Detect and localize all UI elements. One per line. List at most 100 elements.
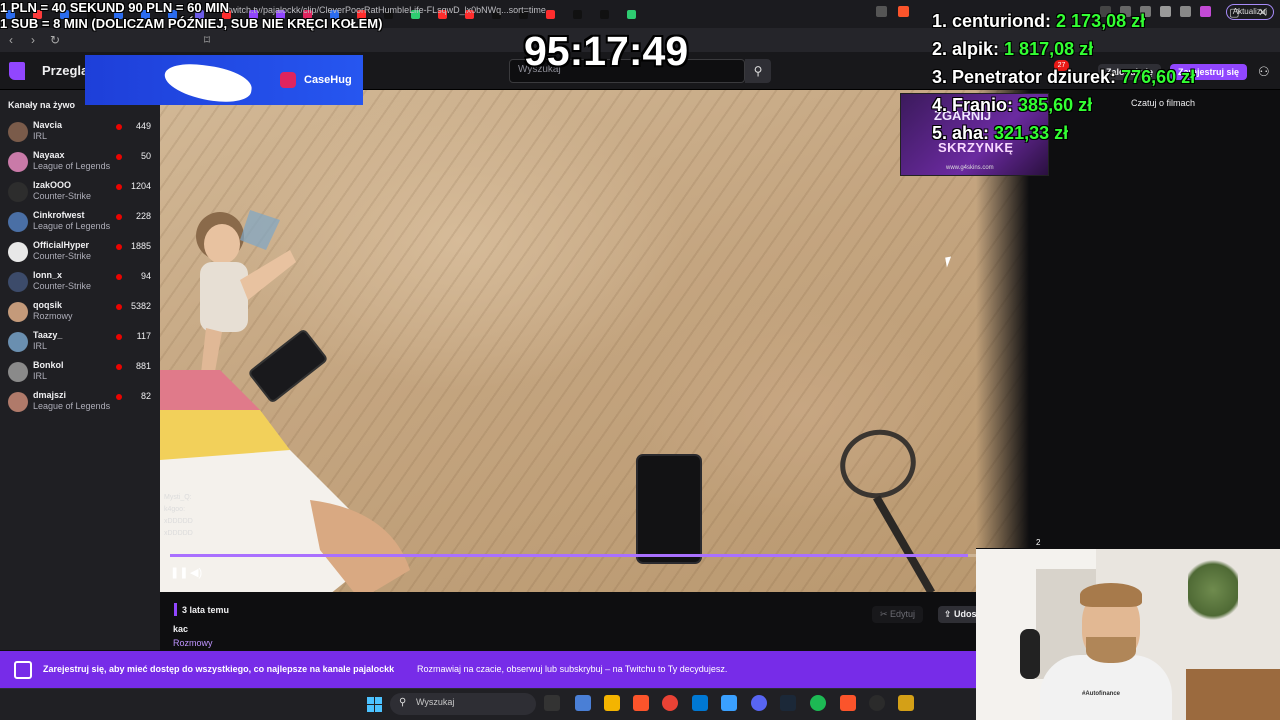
brave-icon[interactable] [633, 695, 649, 711]
reload-icon[interactable]: ↻ [44, 33, 66, 47]
spotify-icon[interactable] [810, 695, 826, 711]
chat-overlay-line: Mysti_Q: [164, 494, 192, 501]
bookmark-icon[interactable]: ⌑ [196, 33, 218, 47]
viewer-count: 117 [136, 331, 151, 341]
app-icon[interactable] [898, 695, 914, 711]
brave-shield-icon[interactable] [898, 6, 909, 17]
streamer-hair [1080, 583, 1142, 607]
tab-favicon-icon [600, 9, 609, 19]
leaderboard-name: 2. alpik: [932, 39, 1000, 59]
twitch-logo-icon[interactable] [9, 62, 25, 80]
channel-category: League of Legends [33, 161, 111, 171]
chat-panel [1052, 90, 1280, 550]
channel-name: Navcia [33, 120, 63, 130]
file-explorer-icon[interactable] [604, 695, 620, 711]
browser-tab[interactable] [546, 4, 573, 24]
sidebar-channel[interactable]: Navcia IRL 449 [0, 118, 160, 148]
streamer-beard [1086, 637, 1136, 663]
screen: – ▢ ✕ ‹ › ↻ ⌑ twitch.tv/pajalockk/clip/C… [0, 0, 1280, 720]
discord-icon[interactable] [751, 695, 767, 711]
channel-category: Counter-Strike [33, 281, 92, 291]
search-icon[interactable]: ⚲ [745, 59, 771, 83]
twitch-glitch-icon [14, 661, 32, 679]
clip-category-link[interactable]: Rozmowy [173, 638, 213, 648]
search-icon: ⚲ [399, 697, 407, 708]
profile-icon[interactable] [1200, 6, 1211, 17]
edit-button[interactable]: ✂ Edytuj [872, 606, 924, 623]
leaderboard-entry: 4. Franio: 385,60 zł [932, 94, 1092, 116]
volume-icon[interactable]: ◀) [190, 566, 202, 579]
viewer-count: 1885 [130, 241, 151, 251]
rules-line: 1 PLN = 40 SEKUND 90 PLN = 60 MIN [0, 0, 230, 15]
channel-name: IzakOOO [33, 180, 72, 190]
task-view-icon[interactable] [544, 695, 560, 711]
windows-start-icon[interactable] [367, 697, 382, 712]
sidebar-channel[interactable]: OfficialHyper Counter-Strike 1885 [0, 238, 160, 268]
sidebar-channel[interactable]: Cinkrofwest League of Legends 228 [0, 208, 160, 238]
copilot-icon[interactable] [575, 695, 591, 711]
leaderboard-entry: 5. aha: 321,33 zł [932, 122, 1068, 144]
video-progress-fill [170, 554, 968, 557]
tab-favicon-icon [627, 9, 636, 19]
extension-icon[interactable] [1160, 6, 1171, 17]
subathon-timer: 95:17:49 [524, 28, 689, 74]
share-page-icon[interactable] [876, 6, 887, 17]
update-button[interactable]: Aktualizuj [1225, 4, 1274, 20]
browser-tab[interactable] [600, 4, 627, 24]
taskbar-search-input[interactable]: Wyszukaj [390, 693, 536, 715]
ad-website: www.g4skins.com [946, 165, 994, 171]
channel-name: qoqsik [33, 300, 63, 310]
pause-icon[interactable]: ❚❚ [170, 566, 188, 579]
sidebar-channel[interactable]: qoqsik Rozmowy 5382 [0, 298, 160, 328]
leaderboard-amount: 385,60 zł [1018, 95, 1093, 115]
channel-category: IRL [33, 341, 48, 351]
sidebar-channel[interactable]: Taazy_ IRL 117 [0, 328, 160, 358]
obs-icon[interactable] [869, 695, 885, 711]
live-dot-icon [116, 184, 122, 190]
channel-name: Nayaax [33, 150, 65, 160]
sidebar-channel[interactable]: lonn_x Counter-Strike 94 [0, 268, 160, 298]
browser-tab[interactable] [627, 4, 654, 24]
chrome-icon[interactable] [662, 695, 678, 711]
back-icon[interactable]: ‹ [0, 33, 22, 47]
clip-time-ago: 3 lata temu [182, 605, 230, 615]
clip-title: kac [173, 624, 189, 634]
player-counter: 2 [1036, 538, 1041, 547]
viewer-count: 881 [135, 361, 151, 371]
sidebar-channel[interactable]: dmajszi League of Legends 82 [0, 388, 160, 418]
channel-category: Counter-Strike [33, 191, 92, 201]
channel-avatar [8, 152, 28, 172]
notepad-icon[interactable] [721, 695, 737, 711]
webcam-feed: #Autofinance [976, 548, 1280, 720]
time-accent [174, 603, 177, 616]
channel-category: IRL [33, 371, 48, 381]
channel-name: Taazy_ [33, 330, 63, 340]
share-button[interactable]: ⇪ Udostępnij [938, 606, 976, 623]
forward-icon[interactable]: › [22, 33, 44, 47]
sidebar-channel[interactable]: Nayaax League of Legends 50 [0, 148, 160, 178]
video-progress-bar[interactable] [170, 554, 976, 557]
live-dot-icon [116, 124, 122, 130]
share-label: Udostępnij [954, 609, 976, 619]
leaderboard-name: 5. aha: [932, 123, 990, 143]
live-dot-icon [116, 394, 122, 400]
chat-overlay-line: xDDDDD [164, 530, 193, 537]
channel-name: OfficialHyper [33, 240, 90, 250]
sidebar-channel[interactable]: Bonkol IRL 881 [0, 358, 160, 388]
steam-icon[interactable] [780, 695, 796, 711]
webcam-table [1186, 669, 1280, 720]
extension-icon[interactable] [1180, 6, 1191, 17]
channel-avatar [8, 182, 28, 202]
user-menu-icon[interactable]: ⚇ [1258, 64, 1270, 80]
sponsor-name: CaseHug [304, 74, 352, 86]
brave-icon[interactable] [840, 695, 856, 711]
streamer-body [1040, 655, 1172, 720]
channel-category: Counter-Strike [33, 251, 92, 261]
sidebar-channel[interactable]: IzakOOO Counter-Strike 1204 [0, 178, 160, 208]
watch-chat-label[interactable]: Czatuj o filmach [1131, 98, 1195, 108]
rules-line: 1 SUB = 8 MIN (DOLICZAM PÓŹNIEJ, SUB NIE… [0, 16, 383, 31]
banner-subtext: Rozmawiaj na czacie, obserwuj lub subskr… [417, 664, 728, 674]
channel-avatar [8, 212, 28, 232]
store-icon[interactable] [692, 695, 708, 711]
browser-tab[interactable] [573, 4, 600, 24]
